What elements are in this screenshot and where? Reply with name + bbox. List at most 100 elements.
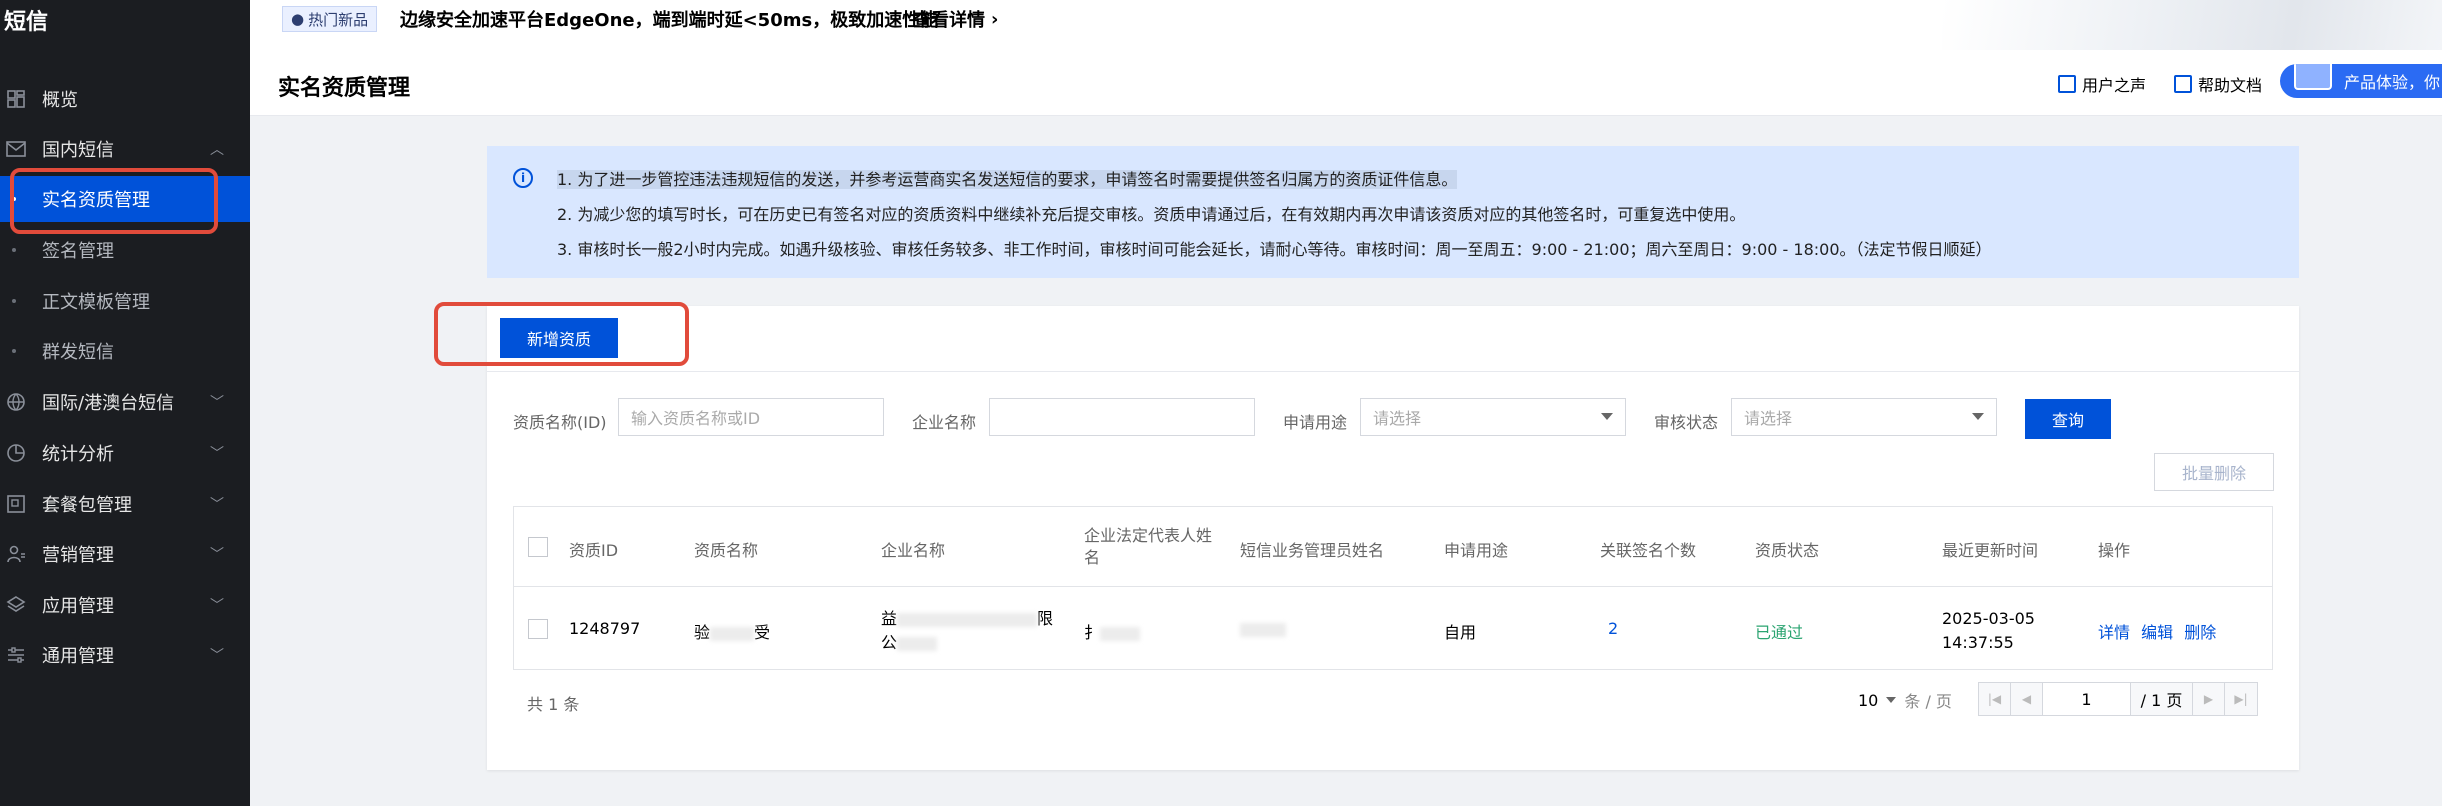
redacted-text: [710, 626, 755, 641]
caret-down-icon: [1886, 697, 1897, 703]
qualification-card: 新增资质 资质名称(ID) 输入资质名称或ID 企业名称 申请用途 请选择 审核…: [487, 306, 2299, 770]
chevron-down-icon: ﹀: [210, 598, 224, 614]
col-qualification-name: 资质名称: [694, 541, 759, 560]
pager: |◀ ◀ 1 / 1 页 ▶ ▶|: [1978, 682, 2258, 716]
info-line-2: 2. 为减少您的填写时长，可在历史已有签名对应的资质资料中继续补充后提交审核。资…: [557, 205, 1746, 224]
settings-icon: [6, 645, 26, 665]
row-checkbox[interactable]: [528, 619, 548, 639]
banner-background: [1942, 0, 2442, 50]
row-legal-representative: 扌: [1084, 619, 1141, 643]
sidebar-item-international-sms[interactable]: 国际/港澳台短信 ﹀: [0, 379, 250, 425]
sidebar-item-domestic-sms[interactable]: 国内短信 ︿: [0, 126, 250, 172]
usage-filter-select[interactable]: 请选择: [1360, 398, 1626, 436]
sidebar-item-overview[interactable]: 概览: [0, 76, 250, 122]
feedback-link[interactable]: 用户之声: [2058, 72, 2146, 96]
package-icon: [6, 494, 26, 514]
company-filter-label: 企业名称: [912, 413, 977, 432]
sidebar-item-marketing[interactable]: 营销管理 ﹀: [0, 531, 250, 577]
status-filter-select[interactable]: 请选择: [1731, 398, 1997, 436]
col-sms-admin: 短信业务管理员姓名: [1240, 541, 1385, 560]
name-filter-label: 资质名称(ID): [513, 413, 607, 432]
banner-link[interactable]: 查看详情 ›: [913, 6, 998, 32]
card-toolbar: 新增资质: [487, 306, 2299, 372]
first-page-button[interactable]: |◀: [1979, 683, 2011, 715]
row-actions: 详情 编辑 删除: [2098, 619, 2216, 643]
chevron-down-icon: ﹀: [210, 395, 224, 411]
redacted-text: [1100, 626, 1141, 641]
page-number-input[interactable]: 1: [2043, 683, 2131, 715]
sidebar-item-statistics[interactable]: 统计分析 ﹀: [0, 430, 250, 476]
chevron-down-icon: ﹀: [210, 547, 224, 563]
usage-filter-label: 申请用途: [1283, 413, 1348, 432]
chevron-down-icon: ﹀: [210, 497, 224, 513]
sidebar-item-template[interactable]: 正文模板管理: [0, 278, 250, 324]
table-header: 资质ID 资质名称 企业名称 企业法定代表人姓名 短信业务管理员姓名 申请用途 …: [514, 507, 2272, 587]
col-sign-count: 关联签名个数: [1600, 541, 1697, 560]
edit-link[interactable]: 编辑: [2141, 623, 2173, 642]
sidebar-item-general[interactable]: 通用管理 ﹀: [0, 632, 250, 678]
document-icon: [2174, 75, 2192, 93]
total-count: 共 1 条: [527, 695, 580, 714]
layers-icon: [6, 595, 26, 615]
sidebar-item-label: 概览: [42, 90, 78, 111]
col-company-name: 企业名称: [881, 541, 946, 560]
sidebar-item-label: 套餐包管理: [42, 495, 132, 516]
prev-page-button[interactable]: ◀: [2011, 683, 2043, 715]
page-total: / 1 页: [2131, 683, 2193, 715]
sidebar-item-app[interactable]: 应用管理 ﹀: [0, 582, 250, 628]
qualification-table: 资质ID 资质名称 企业名称 企业法定代表人姓名 短信业务管理员姓名 申请用途 …: [513, 506, 2273, 670]
sidebar-item-label: 国际/港澳台短信: [42, 393, 175, 414]
dashboard-icon: [6, 89, 26, 109]
chevron-down-icon: ﹀: [210, 446, 224, 462]
delete-link[interactable]: 删除: [2184, 623, 2216, 642]
row-sms-admin: [1240, 619, 1286, 638]
row-status: 已通过: [1755, 623, 1804, 642]
user-group-icon: [6, 544, 26, 564]
sidebar-item-label: 通用管理: [42, 646, 114, 667]
page-title: 实名资质管理: [278, 76, 411, 101]
sidebar-item-label: 营销管理: [42, 545, 114, 566]
col-updated-time: 最近更新时间: [1942, 541, 2039, 560]
pie-chart-icon: [6, 443, 26, 463]
query-button[interactable]: 查询: [2025, 399, 2111, 439]
col-actions: 操作: [2098, 541, 2131, 560]
highlight-box: [10, 168, 218, 234]
external-link-icon: [2058, 75, 2076, 93]
col-qualification-id: 资质ID: [569, 541, 619, 560]
sidebar: 短信 概览 国内短信 ︿ 实名资质管理 签名管理 正文模板管理 群发短信 国际/…: [0, 0, 250, 806]
product-experience-pill[interactable]: 产品体验，你: [2280, 64, 2442, 98]
sidebar-item-bulk-sms[interactable]: 群发短信: [0, 328, 250, 374]
hot-tag: ● 热门新品: [282, 6, 378, 32]
bullet-icon: [12, 349, 16, 353]
sidebar-item-label: 签名管理: [42, 241, 114, 262]
name-filter-input[interactable]: 输入资质名称或ID: [618, 398, 884, 436]
sidebar-item-package[interactable]: 套餐包管理 ﹀: [0, 481, 250, 527]
detail-link[interactable]: 详情: [2098, 623, 2130, 642]
company-filter-input[interactable]: [989, 398, 1255, 436]
row-usage: 自用: [1444, 623, 1477, 642]
page-header: 实名资质管理 用户之声 帮助文档 产品体验，你: [250, 50, 2442, 116]
last-page-button[interactable]: ▶|: [2225, 683, 2257, 715]
mail-icon: [6, 139, 26, 159]
globe-icon: [6, 392, 26, 412]
row-qualification-name: 验受: [694, 623, 771, 642]
sidebar-item-label: 应用管理: [42, 596, 114, 617]
info-notice: i 1. 为了进一步管控违法违规短信的发送，并参考运营商实名发送短信的要求，申请…: [487, 146, 2299, 278]
status-filter-label: 审核状态: [1654, 413, 1719, 432]
help-docs-link[interactable]: 帮助文档: [2174, 72, 2262, 96]
feedback-doc-icon: [2294, 64, 2332, 90]
info-line-1: 1. 为了进一步管控违法违规短信的发送，并参考运营商实名发送短信的要求，申请签名…: [557, 170, 1458, 189]
sidebar-item-label: 群发短信: [42, 342, 114, 363]
batch-delete-button[interactable]: 批量删除: [2154, 453, 2274, 491]
redacted-text: [897, 612, 1038, 627]
chevron-up-icon: ︿: [210, 142, 224, 158]
chevron-down-icon: ﹀: [210, 648, 224, 664]
bullet-icon: [12, 248, 16, 252]
sidebar-item-label: 统计分析: [42, 444, 114, 465]
row-sign-count-link[interactable]: 2: [1608, 619, 1618, 638]
next-page-button[interactable]: ▶: [2193, 683, 2225, 715]
redacted-text: [897, 636, 938, 651]
select-all-checkbox[interactable]: [528, 537, 548, 557]
bullet-icon: [12, 299, 16, 303]
page-size-select[interactable]: 10 条 / 页: [1858, 688, 1952, 712]
